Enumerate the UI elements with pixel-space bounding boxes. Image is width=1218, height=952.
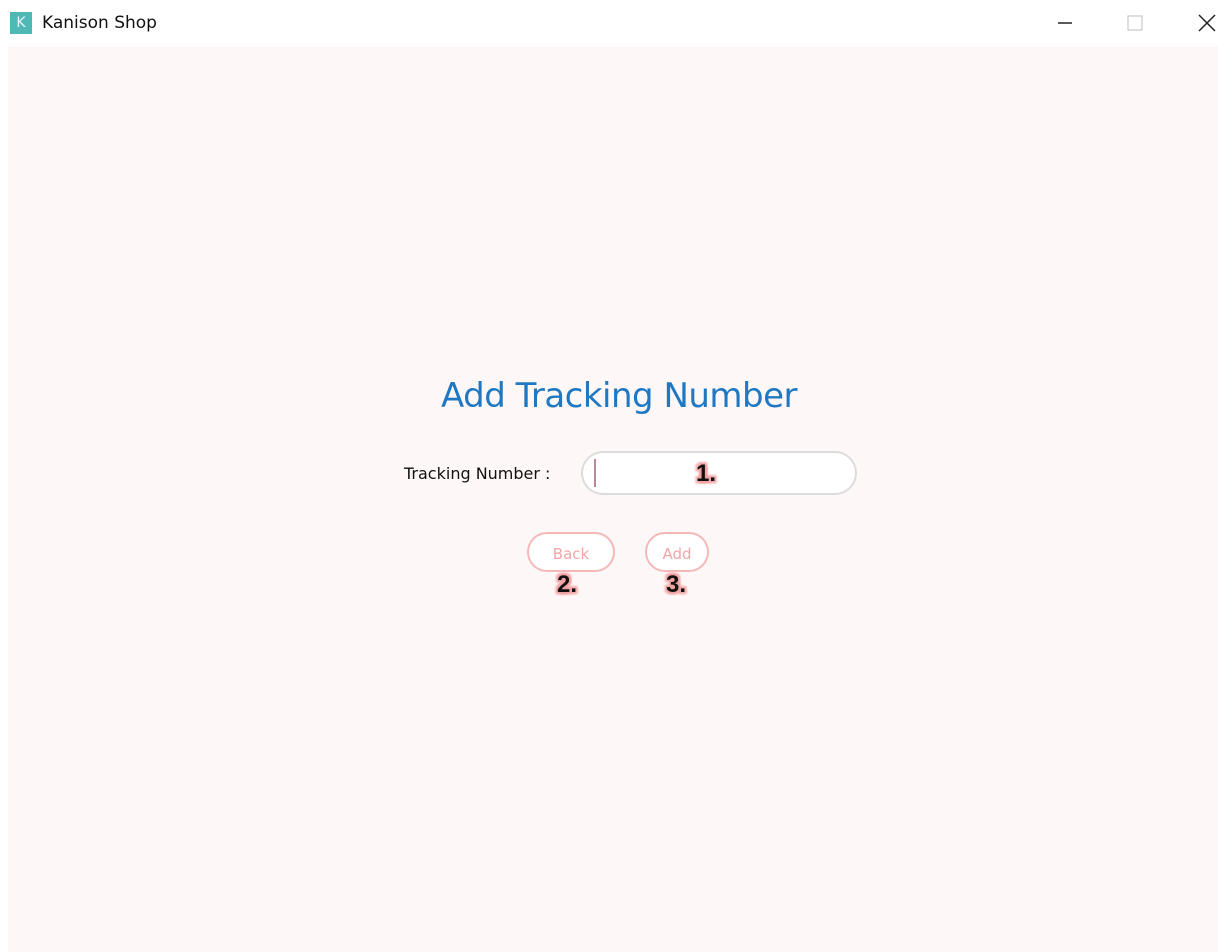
tracking-number-input[interactable] [581,451,857,495]
maximize-icon [1127,15,1143,31]
add-button[interactable]: Add [645,532,709,572]
minimize-icon [1058,22,1072,24]
annotation-marker-2: 2. [557,571,578,598]
app-window: K Kanison Shop Add Tracking Number Track… [0,0,1218,952]
text-caret [594,459,596,487]
annotation-marker-1: 1. [696,460,717,487]
close-icon [1198,14,1216,32]
title-bar[interactable]: K Kanison Shop [0,0,1218,46]
minimize-button[interactable] [1042,8,1088,38]
app-logo-icon: K [10,12,32,34]
main-content: Add Tracking Number Tracking Number : Ba… [8,46,1218,952]
window-title: Kanison Shop [42,13,157,33]
back-button[interactable]: Back [527,532,615,572]
close-button[interactable] [1184,8,1218,38]
maximize-button[interactable] [1112,8,1158,38]
tracking-number-label: Tracking Number : [404,464,551,483]
annotation-marker-3: 3. [666,571,687,598]
page-title: Add Tracking Number [440,376,798,416]
